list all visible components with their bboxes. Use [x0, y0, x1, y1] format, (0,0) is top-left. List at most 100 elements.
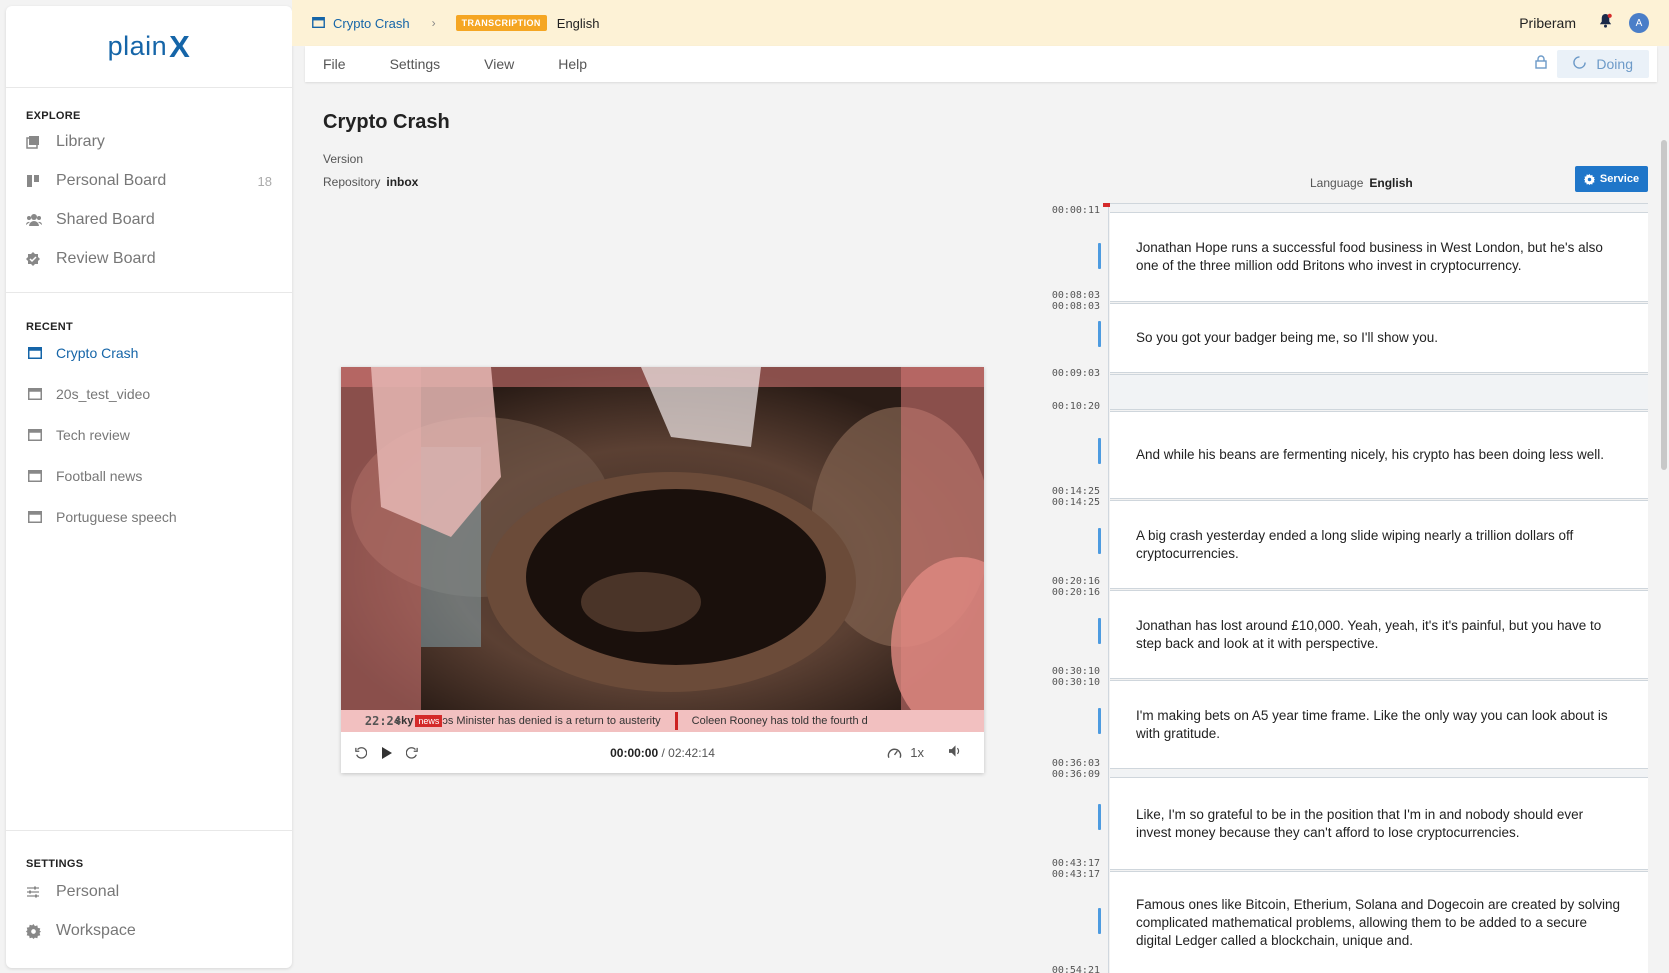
transcript-segment[interactable]: I'm making bets on A5 year time frame. L… — [1110, 680, 1648, 769]
notification-bell-icon[interactable] — [1598, 13, 1613, 33]
transcript-segment[interactable]: So you got your badger being me, so I'll… — [1110, 303, 1648, 373]
segment-text[interactable]: A big crash yesterday ended a long slide… — [1136, 527, 1622, 563]
workspace-name[interactable]: Priberam — [1519, 15, 1576, 31]
rewind-icon[interactable] — [355, 746, 367, 759]
sidebar-item-workspace[interactable]: Workspace — [26, 916, 272, 946]
segment-start-time[interactable]: 00:43:17 — [1048, 869, 1100, 880]
sidebar-item-label: Shared Board — [56, 211, 155, 228]
sidebar-item-review-board[interactable]: Review Board — [26, 244, 272, 274]
playback-speed-control[interactable]: 1x — [887, 745, 924, 760]
segment-text[interactable]: And while his beans are fermenting nicel… — [1136, 446, 1604, 464]
segment-handle[interactable] — [1098, 908, 1101, 934]
video-player: sky news 22:24 ɔs Minister has denied is… — [341, 367, 984, 773]
segment-gap — [1110, 203, 1648, 211]
avatar[interactable]: A — [1629, 13, 1649, 33]
transcript-segment[interactable]: Famous ones like Bitcoin, Etherium, Sola… — [1110, 871, 1648, 973]
segment-start-time[interactable]: 00:20:16 — [1048, 587, 1100, 598]
recent-item-football-news[interactable]: Football news — [28, 462, 272, 490]
video-frame[interactable]: sky news 22:24 ɔs Minister has denied is… — [341, 367, 984, 732]
segment-text[interactable]: Famous ones like Bitcoin, Etherium, Sola… — [1136, 896, 1622, 950]
users-icon — [26, 213, 56, 227]
play-icon[interactable] — [381, 746, 392, 759]
top-right-controls: Priberam A — [1519, 0, 1649, 46]
menu-view[interactable]: View — [484, 56, 514, 72]
transcript-segment[interactable]: Like, I'm so grateful to be in the posit… — [1110, 777, 1648, 870]
sidebar-item-label: Workspace — [56, 922, 136, 939]
segment-start-time[interactable]: 00:08:03 — [1048, 301, 1100, 312]
sidebar-item-shared-board[interactable]: Shared Board — [26, 205, 272, 235]
current-time: 00:00:00 — [610, 745, 659, 760]
segment-start-time[interactable]: 00:36:09 — [1048, 769, 1100, 780]
segment-handle[interactable] — [1098, 243, 1101, 269]
playhead-marker[interactable] — [1103, 203, 1110, 207]
board-icon — [26, 174, 56, 188]
menu-file[interactable]: File — [323, 56, 346, 72]
transcript-segment[interactable]: A big crash yesterday ended a long slide… — [1110, 500, 1648, 589]
transcript-segment[interactable]: And while his beans are fermenting nicel… — [1110, 411, 1648, 499]
segment-start-time[interactable]: 00:00:11 — [1048, 205, 1100, 216]
repository-value[interactable]: inbox — [386, 175, 418, 189]
segment-end-time[interactable]: 00:09:03 — [1048, 368, 1100, 379]
segment-text[interactable]: Jonathan has lost around £10,000. Yeah, … — [1136, 617, 1622, 653]
breadcrumb-project-link[interactable]: Crypto Crash — [333, 16, 410, 31]
segment-end-time[interactable]: 00:14:25 — [1048, 486, 1100, 497]
ticker-headline: ɔs Minister has denied is a return to au… — [442, 715, 661, 727]
language-label: Language — [1310, 176, 1364, 190]
transcription-badge: TRANSCRIPTION — [455, 15, 547, 31]
sidebar-item-personal-board[interactable]: Personal Board 18 — [26, 166, 272, 196]
segment-end-time[interactable]: 00:43:17 — [1048, 858, 1100, 869]
media-file-icon — [28, 388, 56, 400]
badge-check-icon — [26, 252, 56, 266]
segment-start-time[interactable]: 00:14:25 — [1048, 497, 1100, 508]
sidebar-item-library[interactable]: Library — [26, 127, 272, 157]
segment-text[interactable]: Like, I'm so grateful to be in the posit… — [1136, 806, 1622, 842]
segment-handle[interactable] — [1098, 618, 1101, 644]
segment-handle[interactable] — [1098, 708, 1101, 734]
segment-handle[interactable] — [1098, 528, 1101, 554]
sidebar-item-label: Review Board — [56, 250, 156, 267]
forward-icon[interactable] — [406, 746, 418, 759]
volume-icon[interactable] — [949, 745, 962, 760]
segment-start-time[interactable]: 00:30:10 — [1048, 677, 1100, 688]
segment-end-time[interactable]: 00:54:21 — [1048, 965, 1100, 973]
logo-mark: X — [169, 28, 191, 64]
page-title: Crypto Crash — [323, 111, 450, 133]
segment-end-time[interactable]: 00:30:10 — [1048, 666, 1100, 677]
repository-info: Repository inbox — [323, 175, 418, 189]
lock-icon[interactable] — [1535, 54, 1548, 74]
segment-text[interactable]: Jonathan Hope runs a successful food bus… — [1136, 239, 1622, 275]
segment-handle[interactable] — [1098, 804, 1101, 830]
recent-item-crypto-crash[interactable]: Crypto Crash — [28, 339, 272, 367]
media-file-icon — [28, 470, 56, 482]
segment-end-time[interactable]: 00:10:20 — [1048, 401, 1100, 412]
recent-item-label: Portuguese speech — [56, 509, 177, 525]
scrollbar[interactable] — [1661, 140, 1667, 470]
segment-handle[interactable] — [1098, 438, 1101, 464]
recent-item-tech-review[interactable]: Tech review — [28, 421, 272, 449]
recent-item-label: Crypto Crash — [56, 345, 139, 361]
segment-text[interactable]: So you got your badger being me, so I'll… — [1136, 329, 1438, 347]
recent-item-20s-test-video[interactable]: 20s_test_video — [28, 380, 272, 408]
transcript-segment[interactable]: Jonathan has lost around £10,000. Yeah, … — [1110, 590, 1648, 679]
menu-help[interactable]: Help — [558, 56, 587, 72]
transcript-segment-empty[interactable] — [1110, 374, 1648, 410]
transcript-panel: 00:00:11 Jonathan Hope runs a successful… — [1048, 203, 1648, 973]
transcript-segment[interactable]: Jonathan Hope runs a successful food bus… — [1110, 212, 1648, 302]
service-label: Service — [1599, 173, 1640, 185]
service-button[interactable]: Service — [1575, 166, 1648, 192]
language-value[interactable]: English — [1369, 176, 1412, 190]
plainx-logo[interactable]: plain X — [6, 6, 292, 88]
spinner-icon — [1573, 56, 1587, 72]
segment-end-time[interactable]: 00:08:03 — [1048, 290, 1100, 301]
segment-end-time[interactable]: 00:36:03 — [1048, 758, 1100, 769]
sidebar-item-personal-settings[interactable]: Personal — [26, 877, 272, 907]
sliders-icon — [26, 885, 56, 899]
segment-end-time[interactable]: 00:20:16 — [1048, 576, 1100, 587]
menu-bar: File Settings View Help Doing — [305, 46, 1657, 82]
recent-item-portuguese-speech[interactable]: Portuguese speech — [28, 503, 272, 531]
segment-handle[interactable] — [1098, 321, 1101, 347]
menu-settings[interactable]: Settings — [390, 56, 441, 72]
status-doing-button[interactable]: Doing — [1557, 50, 1649, 78]
version-label-text: Version — [323, 152, 364, 166]
segment-text[interactable]: I'm making bets on A5 year time frame. L… — [1136, 707, 1622, 743]
